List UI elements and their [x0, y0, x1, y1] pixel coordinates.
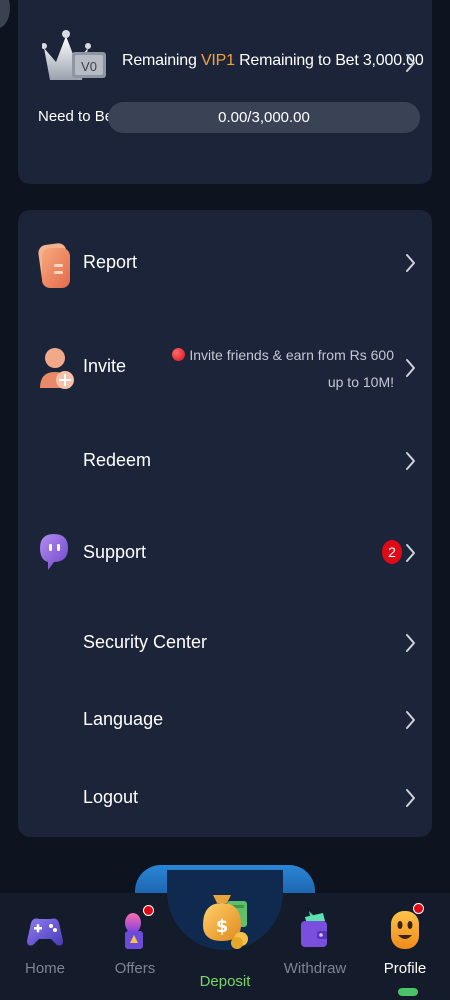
menu-item-security-center[interactable]: Security Center — [18, 622, 432, 662]
nav-item-profile[interactable]: Profile — [365, 903, 445, 995]
vip-level: VIP1 — [200, 52, 235, 69]
nav-item-home[interactable]: Home — [5, 905, 85, 995]
bet-progress-value: 0.00/3,000.00 — [218, 109, 310, 126]
menu-item-support[interactable]: Support — [18, 528, 432, 578]
support-icon — [36, 530, 76, 574]
invite-promo-note: Invite friends & earn from Rs 600 up to … — [154, 342, 394, 396]
menu-label-support: Support — [83, 542, 147, 562]
active-tab-indicator — [398, 988, 418, 996]
vip-card[interactable]: V0 Remaining VIP1 Remaining to Bet 3,000… — [18, 0, 432, 184]
chevron-right-icon — [404, 633, 416, 653]
vip-remaining-suffix: Remaining to Bet 3,000.00 — [234, 52, 424, 69]
bet-progress-bar: 0.00/3,000.00 — [108, 102, 420, 133]
vip-remaining-prefix: Remaining — [122, 52, 201, 69]
report-icon — [36, 240, 76, 288]
chevron-right-icon — [404, 543, 416, 563]
menu-item-language[interactable]: Language — [18, 700, 432, 740]
nav-label-home: Home — [24, 960, 65, 977]
nav-label-deposit: Deposit — [199, 973, 251, 990]
menu-label-logout: Logout — [83, 787, 139, 807]
menu-card: Report Invite Invite friends & earn from… — [18, 210, 432, 837]
vip-badge-label: V0 — [81, 59, 97, 74]
wallet-icon — [295, 907, 335, 951]
svg-text:$: $ — [216, 916, 229, 937]
invite-icon — [38, 344, 78, 389]
nav-item-withdraw[interactable]: Withdraw — [275, 905, 355, 995]
chevron-right-icon — [404, 358, 416, 378]
red-dot-icon — [172, 348, 186, 361]
vip-crown-icon: V0 — [41, 28, 124, 86]
menu-label-security-center: Security Center — [83, 632, 208, 652]
chevron-right-icon — [404, 253, 416, 273]
offers-notification-dot — [143, 905, 154, 916]
profile-notification-dot — [413, 903, 424, 914]
vip-remaining-text: Remaining VIP1 Remaining to Bet 3,000.00 — [122, 52, 424, 70]
menu-label-invite: Invite — [83, 356, 127, 376]
chevron-right-icon — [404, 710, 416, 730]
menu-label-language: Language — [83, 709, 164, 729]
need-to-bet-label: Need to Bet — [38, 108, 118, 125]
menu-label-redeem: Redeem — [83, 450, 152, 470]
vip-chevron-right-icon[interactable] — [404, 53, 416, 73]
nav-label-withdraw: Withdraw — [283, 960, 347, 977]
nav-item-offers[interactable]: Offers — [95, 905, 175, 995]
gamepad-icon — [25, 911, 65, 955]
menu-label-report: Report — [83, 252, 138, 272]
invite-note-text: Invite friends & earn from Rs 600 up to … — [189, 347, 394, 390]
menu-item-report[interactable]: Report — [18, 238, 432, 288]
nav-label-offers: Offers — [114, 960, 156, 977]
support-unread-badge: 2 — [382, 540, 402, 564]
avatar — [0, 0, 10, 28]
money-bag-icon: $ — [197, 885, 253, 949]
nav-item-deposit[interactable]: $ Deposit — [185, 895, 265, 995]
nav-label-profile: Profile — [383, 960, 427, 977]
menu-item-redeem[interactable]: Redeem — [18, 440, 432, 480]
menu-item-logout[interactable]: Logout — [18, 778, 432, 818]
chevron-right-icon — [404, 788, 416, 808]
chevron-right-icon — [404, 451, 416, 471]
